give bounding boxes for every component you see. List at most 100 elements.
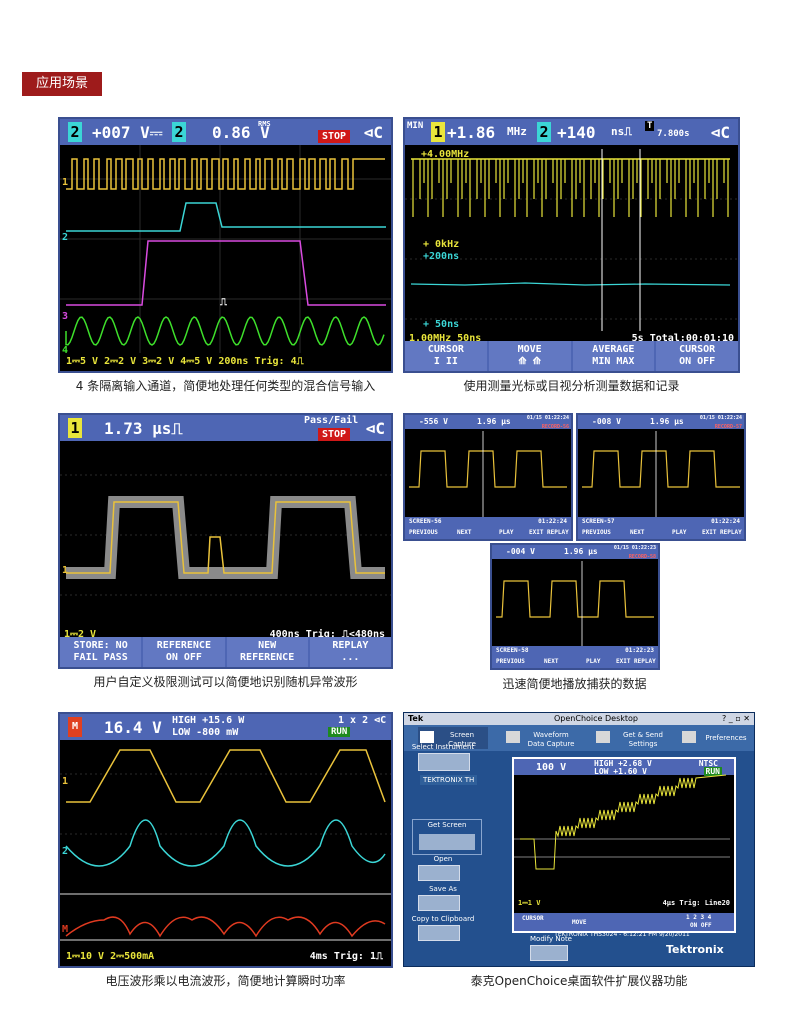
waveform-icon bbox=[506, 731, 520, 743]
settings-icon bbox=[596, 731, 610, 743]
get-screen-label: Get Screen bbox=[427, 821, 467, 829]
key-exit-replay[interactable]: EXIT REPLAY bbox=[616, 658, 656, 665]
trace-ch1 bbox=[66, 158, 385, 190]
trace-ch4 bbox=[65, 316, 385, 346]
replay-screen-58: -004 V 1.96 µs 01/15 01:22:23 RECORD-58 … bbox=[490, 543, 660, 670]
softkey-move[interactable]: MOVE ⟰ ⟰ bbox=[488, 341, 571, 371]
copy-button[interactable] bbox=[418, 925, 460, 941]
mid-label-2: +200ns bbox=[423, 251, 460, 262]
preview-key: 1 2 3 4 bbox=[686, 914, 712, 921]
open-button[interactable] bbox=[418, 865, 460, 881]
softkey-option: FAIL PASS bbox=[73, 652, 128, 663]
trace-ch2 bbox=[410, 282, 731, 286]
key-next[interactable]: NEXT bbox=[630, 529, 644, 536]
softkey-option: MIN MAX bbox=[592, 356, 635, 367]
softkey-label: NEW bbox=[258, 640, 277, 651]
softkey-bar: STORE: NO FAIL PASS REFERENCE ON OFF NEW RE… bbox=[60, 637, 391, 667]
scope-panel-5: M 16.4 V HIGH +15.6 W LOW -800 mW 1 x 2 … bbox=[58, 712, 393, 968]
scope-panel-1: 2 +007 V⎓ 2 0.86 V RMS STOP ⊲C 1 2 3 4 ⎍… bbox=[58, 117, 393, 373]
section-title: 应用场景 bbox=[22, 72, 102, 96]
save-as-button[interactable] bbox=[418, 895, 460, 911]
brand-logo: Tektronix bbox=[666, 943, 724, 956]
screen-time: 01:22:23 bbox=[625, 647, 654, 654]
screen-capture-icon bbox=[420, 731, 434, 743]
preview-bottom-right: 4µs Trig: Line20 bbox=[662, 899, 730, 907]
softkey-store[interactable]: STORE: NO FAIL PASS bbox=[60, 637, 142, 667]
instrument-button[interactable] bbox=[418, 753, 470, 771]
trace-ch1 bbox=[412, 159, 729, 217]
preview-key: MOVE bbox=[572, 919, 587, 926]
tab-waveform-data[interactable]: Waveform Data Capture bbox=[504, 727, 580, 749]
trace-label: 1 bbox=[62, 565, 69, 576]
bottom-right: 4ms Trig: 1⎍ bbox=[309, 951, 383, 962]
key-previous[interactable]: PREVIOUS bbox=[582, 529, 611, 536]
tab-settings[interactable]: Get & Send Settings bbox=[594, 727, 674, 749]
screen-time: 01:22:24 bbox=[538, 518, 567, 525]
softkey-option: ON OFF bbox=[679, 356, 716, 367]
bottom-left: 1⎓10 V 2⎓500mA bbox=[66, 951, 155, 962]
caption: 使用测量光标或目视分析测量数据和记录 bbox=[463, 379, 680, 393]
trace-ch1 bbox=[582, 450, 740, 488]
trigger-marker: ⎍ bbox=[220, 297, 227, 308]
window-titlebar: Tek OpenChoice Desktop ? _ ▫ ✕ bbox=[404, 713, 754, 725]
key-previous[interactable]: PREVIOUS bbox=[409, 529, 438, 536]
caption: 迅速简便地播放捕获的数据 bbox=[502, 677, 647, 691]
key-exit-replay[interactable]: EXIT REPLAY bbox=[702, 529, 742, 536]
tab-label: Get & Send Settings bbox=[622, 731, 663, 748]
scope-panel-3: 1 1.73 µs⎍ Pass/Fail STOP ⊲C 1 1⎓2 V 400… bbox=[58, 413, 393, 669]
softkey-label: MOVE bbox=[517, 344, 542, 355]
key-exit-replay[interactable]: EXIT REPLAY bbox=[529, 529, 569, 536]
softkey-new-reference[interactable]: NEW REFERENCE bbox=[226, 637, 308, 667]
softkey-average[interactable]: AVERAGE MIN MAX bbox=[572, 341, 655, 371]
trace-label: M bbox=[62, 924, 69, 935]
trace-voltage bbox=[66, 749, 386, 803]
softkey-option: I II bbox=[433, 356, 458, 367]
softkey-replay[interactable]: REPLAY... bbox=[309, 637, 391, 667]
key-play[interactable]: PLAY bbox=[586, 658, 600, 665]
upper-limit: +4.00MHz bbox=[421, 149, 470, 160]
preview-key: ON OFF bbox=[690, 922, 712, 929]
caption: 泰克OpenChoice桌面软件扩展仪器功能 bbox=[470, 974, 688, 988]
openchoice-window: Tek OpenChoice Desktop ? _ ▫ ✕ Screen Ca… bbox=[403, 712, 755, 967]
softkey-label: REFERENCE bbox=[156, 640, 211, 651]
replay-screen-57: -008 V 1.96 µs 01/15 01:22:24 RECORD-57 … bbox=[576, 413, 746, 541]
trace-power bbox=[65, 916, 386, 938]
open-label: Open bbox=[433, 855, 453, 863]
app-name: Tek bbox=[408, 714, 424, 723]
preview-bottom-left: 1⎓1 V bbox=[518, 899, 541, 907]
key-next[interactable]: NEXT bbox=[544, 658, 558, 665]
screen-preview: 100 V HIGH +2.68 V LOW +1.60 V NTSC RUN … bbox=[512, 757, 736, 933]
instrument-name[interactable]: TEKTRONIX TH bbox=[420, 775, 478, 785]
select-instrument-label: Select Instrument bbox=[411, 743, 475, 751]
key-play[interactable]: PLAY bbox=[672, 529, 686, 536]
key-previous[interactable]: PREVIOUS bbox=[496, 658, 525, 665]
screen-label: SCREEN-56 bbox=[409, 518, 442, 525]
modify-note-button[interactable] bbox=[530, 945, 568, 961]
mini-bottombar: SCREEN-57 01:22:24 PREVIOUS NEXT PLAY EX… bbox=[578, 517, 744, 539]
window-controls-icon[interactable]: ? _ ▫ ✕ bbox=[722, 713, 750, 725]
preview-softkeys: CURSOR MOVE 1 2 3 4 ON OFF bbox=[514, 913, 734, 931]
camera-icon[interactable] bbox=[419, 834, 475, 850]
trace-label: 3 bbox=[62, 311, 69, 322]
trace-current bbox=[65, 819, 386, 867]
screen-label: SCREEN-57 bbox=[582, 518, 615, 525]
scope-panel-2: MIN 1 +1.86 MHz 2 +140 ns⎍ T 7.800s ⊲C +… bbox=[403, 117, 740, 373]
caption: 4 条隔离输入通道，简便地处理任何类型的混合信号输入 bbox=[75, 379, 376, 393]
softkey-option: ... bbox=[341, 652, 360, 663]
preview-key: CURSOR bbox=[522, 915, 544, 922]
trace-ch1 bbox=[409, 450, 567, 488]
caption: 用户自定义极限测试可以简便地识别随机异常波形 bbox=[93, 675, 358, 689]
key-play[interactable]: PLAY bbox=[499, 529, 513, 536]
tab-preferences[interactable]: Preferences bbox=[680, 727, 752, 749]
trace-ch1 bbox=[496, 580, 654, 618]
trace-label: 1 bbox=[62, 776, 69, 787]
softkey-reference[interactable]: REFERENCE ON OFF bbox=[143, 637, 225, 667]
lower-limit: + 50ns bbox=[423, 319, 460, 330]
key-next[interactable]: NEXT bbox=[457, 529, 471, 536]
softkey-cursor-onoff[interactable]: CURSOR ON OFF bbox=[656, 341, 738, 371]
softkey-option: REFERENCE bbox=[240, 652, 295, 663]
softkey-cursor[interactable]: CURSOR I II bbox=[405, 341, 487, 371]
preferences-icon bbox=[682, 731, 696, 743]
trace-ch2 bbox=[66, 202, 386, 232]
save-as-label: Save As bbox=[429, 885, 457, 893]
